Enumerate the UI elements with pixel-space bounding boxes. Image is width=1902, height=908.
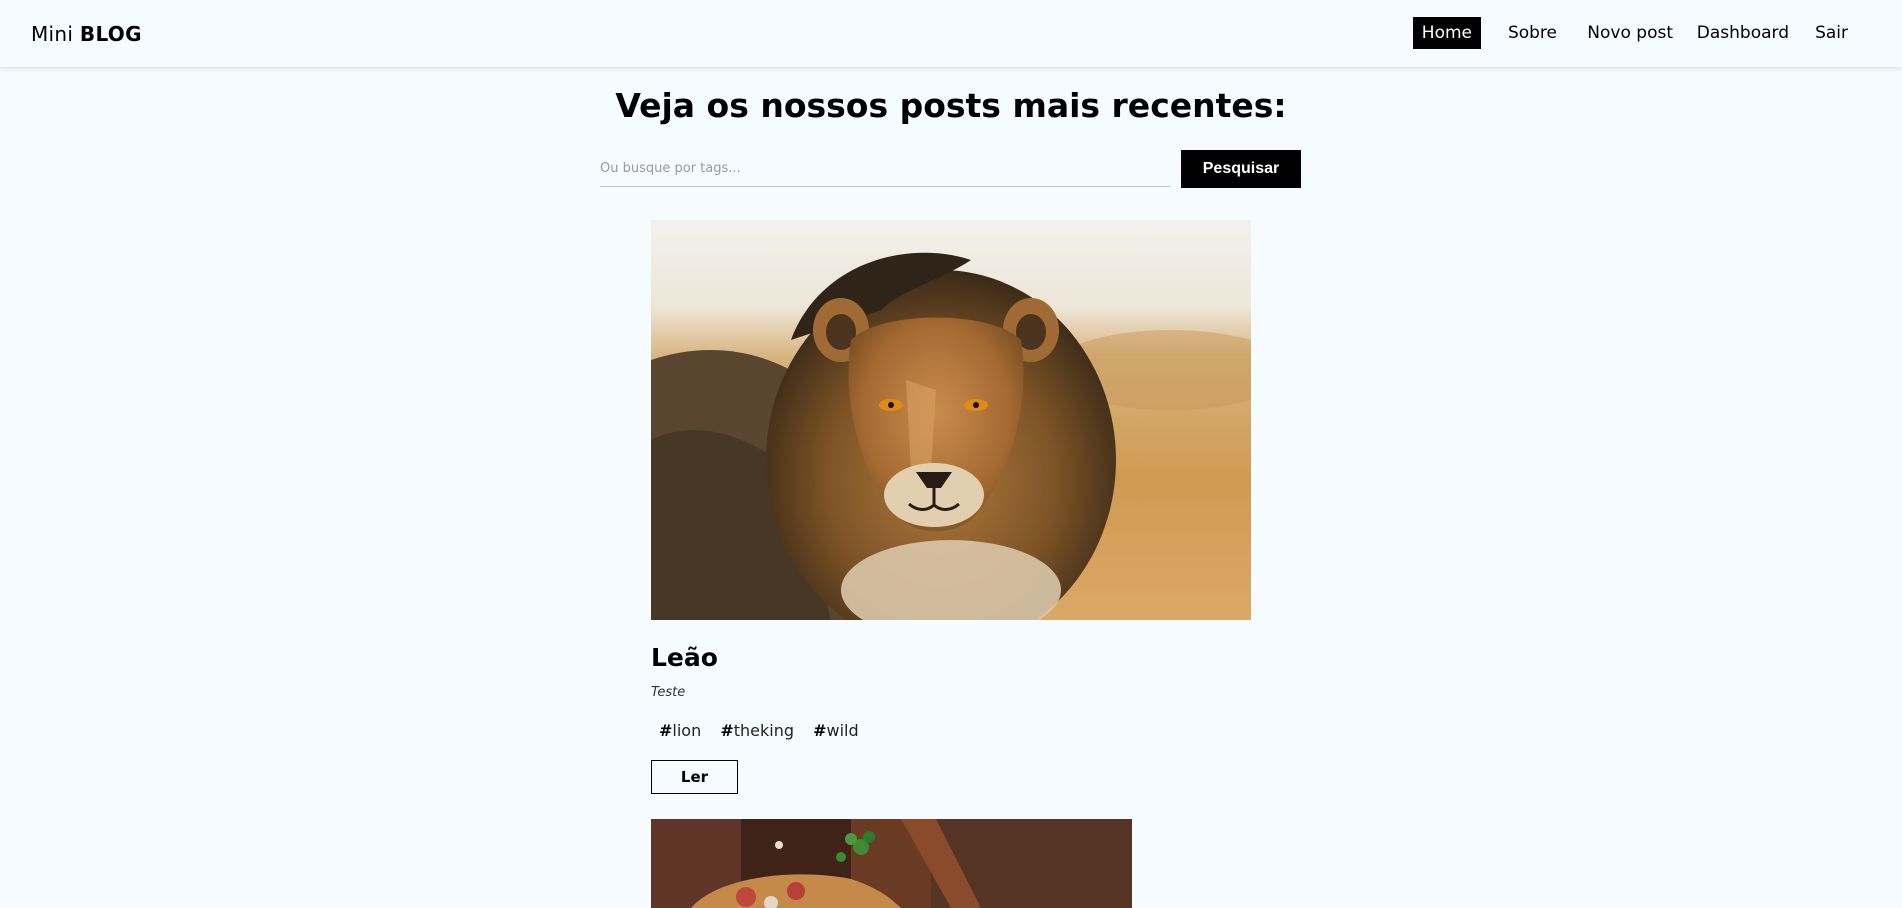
post-title: Leão [651, 643, 718, 672]
tag-lion: #lion [659, 721, 702, 740]
post-tags: #lion #theking #wild [659, 721, 873, 740]
tag-wild: #wild [813, 721, 859, 740]
search-input[interactable] [600, 151, 1170, 187]
brand-light-text: Mini [31, 22, 74, 46]
navbar: Mini BLOG Home Sobre Novo post Dashboard… [0, 0, 1902, 67]
nav-link-dashboard[interactable]: Dashboard [1688, 17, 1798, 49]
brand-bold-text: BLOG [79, 22, 142, 46]
post-image-lion [651, 220, 1251, 620]
nav-link-sobre[interactable]: Sobre [1499, 17, 1566, 49]
brand-logo[interactable]: Mini BLOG [31, 22, 142, 46]
nav-link-novo-post[interactable]: Novo post [1578, 17, 1682, 49]
search-button[interactable]: Pesquisar [1181, 150, 1301, 188]
read-post-button[interactable]: Ler [651, 760, 738, 794]
post-image-pizza [651, 819, 1132, 908]
nav-link-home[interactable]: Home [1412, 17, 1481, 49]
tag-theking: #theking [720, 721, 794, 740]
page-title: Veja os nossos posts mais recentes: [615, 86, 1287, 125]
nav-link-sair[interactable]: Sair [1806, 17, 1857, 49]
post-author: Teste [651, 685, 686, 700]
